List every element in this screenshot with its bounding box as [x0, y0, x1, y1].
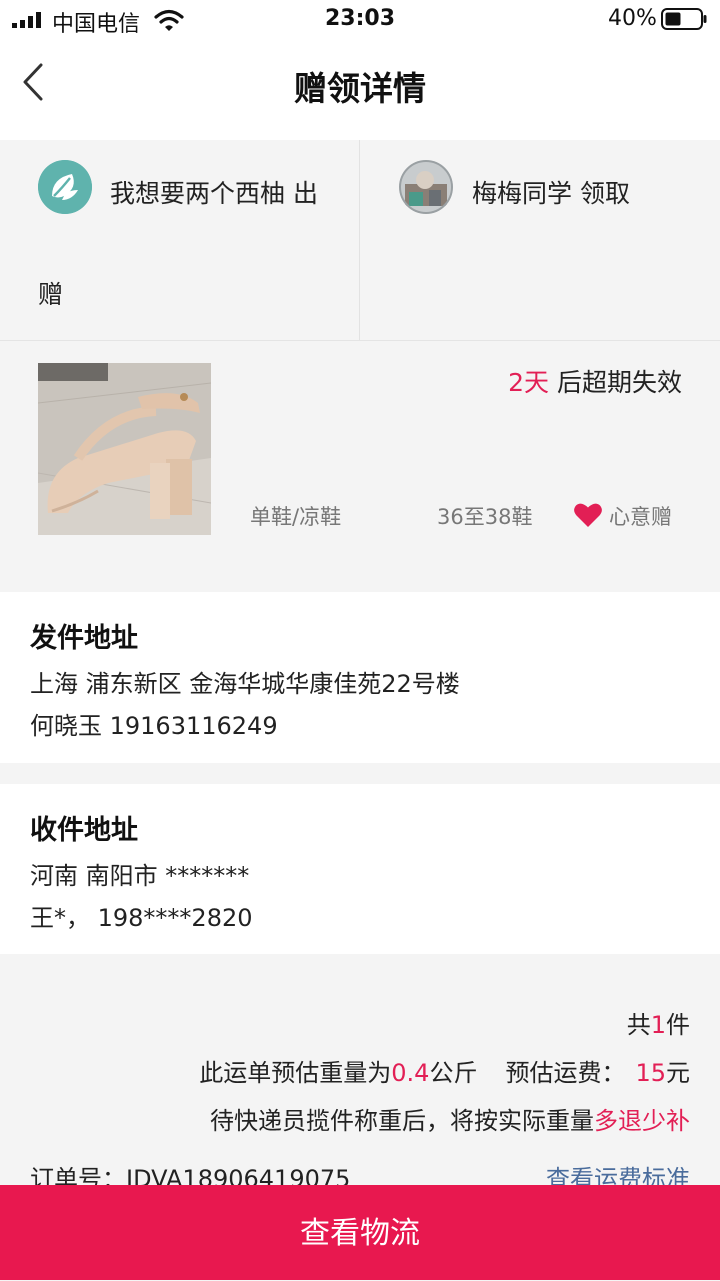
- receiver-avatar[interactable]: [399, 160, 453, 214]
- sender-address-text: 上海 浦东新区 金海华城华康佳苑22号楼: [30, 670, 460, 698]
- donor-name-action: 我想要两个西柚 出: [110, 179, 318, 208]
- receiver-address-title: 收件地址: [30, 815, 138, 846]
- shipping-summary: 共1件 此运单预估重量为0.4公斤 预估运费： 15元 待快递员揽件称重后，将按实际…: [0, 955, 720, 1193]
- sandal-image: [38, 363, 211, 535]
- status-bar: 中国电信 23:03 40%: [0, 0, 720, 40]
- view-logistics-button[interactable]: 查看物流: [0, 1185, 720, 1280]
- leaf-logo-icon: [38, 160, 92, 214]
- expiry-notice: 2天 后超期失效: [470, 363, 682, 399]
- fee-label: 预估运费：: [505, 1059, 626, 1087]
- gift-item[interactable]: 2天 后超期失效 单鞋/凉鞋 36至38鞋 心意赠: [0, 341, 720, 591]
- item-photo[interactable]: [38, 363, 211, 535]
- party-divider: [359, 140, 360, 340]
- item-category: 单鞋/凉鞋: [250, 505, 342, 529]
- weight-fee-line: 此运单预估重量为0.4公斤 预估运费： 15元: [199, 1053, 690, 1088]
- receiver-name-action: 梅梅同学 领取: [472, 179, 630, 208]
- battery-icon: [661, 8, 707, 30]
- receiver-contact: 王*， 198****2820: [30, 904, 253, 932]
- item-size: 36至38鞋: [437, 505, 533, 529]
- battery-percent: 40%: [608, 6, 657, 31]
- gift-type: 心意赠: [609, 505, 672, 529]
- count-suffix: 件: [666, 1011, 690, 1039]
- weight-note: 待快递员揽件称重后，将按实际重量多退少补: [210, 1101, 690, 1136]
- receiver-address-card: 收件地址 河南 南阳市 ******* 王*， 198****2820: [0, 784, 720, 954]
- nav-bar: 赠领详情: [0, 40, 720, 140]
- item-count: 共1件: [627, 1005, 690, 1040]
- count-prefix: 共: [626, 1011, 651, 1039]
- sender-contact: 何晓玉 19163116249: [30, 712, 278, 740]
- sender-address-card: 发件地址 上海 浦东新区 金海华城华康佳苑22号楼 何晓玉 1916311624…: [0, 592, 720, 763]
- fee-value: 15: [635, 1059, 666, 1087]
- sender-address-title: 发件地址: [30, 623, 138, 654]
- expiry-suffix: 后超期失效: [549, 368, 682, 397]
- donor-avatar[interactable]: [38, 160, 92, 214]
- donor-action-wrap: 赠: [38, 280, 64, 309]
- fee-unit: 元: [666, 1059, 690, 1087]
- receiver-address-text: 河南 南阳市 *******: [30, 862, 250, 890]
- party-row: 我想要两个西柚 出 赠 梅梅同学 领取: [0, 140, 720, 341]
- note-prefix: 待快递员揽件称重后，将按实际重量: [210, 1107, 594, 1135]
- page-title: 赠领详情: [294, 69, 426, 108]
- weight-value: 0.4: [391, 1059, 430, 1087]
- note-highlight: 多退少补: [594, 1107, 690, 1135]
- weight-prefix: 此运单预估重量为: [199, 1059, 392, 1087]
- avatar-photo: [399, 160, 453, 214]
- expiry-days: 2天: [508, 368, 550, 397]
- count-value: 1: [650, 1011, 666, 1039]
- weight-unit: 公斤: [429, 1059, 478, 1087]
- heart-icon: [574, 503, 602, 527]
